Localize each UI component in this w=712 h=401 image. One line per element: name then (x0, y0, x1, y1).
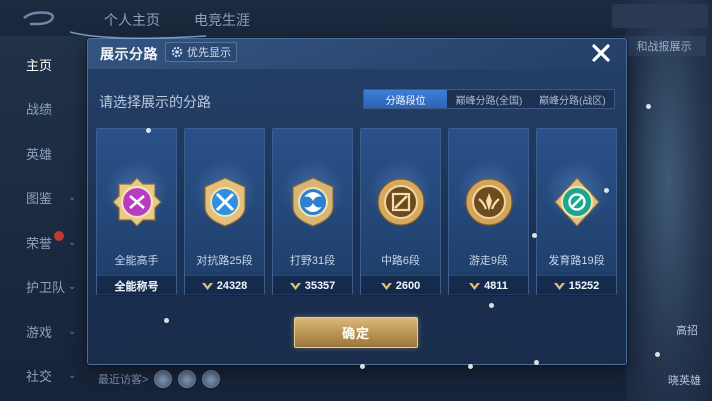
rank-points-icon (469, 282, 481, 290)
tab-lane-rank[interactable]: 分路段位 (364, 90, 448, 108)
sidebar-item-label: 主页 (26, 57, 53, 73)
farm-lane-emblem-icon (554, 177, 600, 227)
jungle-emblem-icon (292, 177, 334, 227)
sidebar-item-label: 护卫队 (26, 280, 66, 296)
route-stat: 全能称号 (97, 275, 176, 296)
dialog-subtitle: 请选择展示的分路 (99, 94, 211, 110)
gear-icon (171, 46, 183, 58)
route-stat-value: 15252 (568, 280, 600, 292)
touch-marker (146, 128, 151, 133)
touch-marker (360, 364, 365, 369)
rank-points-icon (201, 282, 213, 290)
battle-report-button[interactable]: 和战报展示 (622, 36, 706, 56)
sidebar-item-label: 战绩 (26, 102, 53, 118)
sidebar-item-label: 荣誉 (26, 235, 53, 251)
route-name: 游走9段 (468, 255, 509, 267)
mid-lane-emblem-icon (377, 178, 425, 226)
route-card-clash-lane[interactable]: 对抗路25段 24328 (184, 128, 265, 296)
route-card-farm-lane[interactable]: 发育路19段 15252 (536, 128, 617, 296)
sidebar-item-collection[interactable]: 图鉴 ⌄ (0, 176, 86, 221)
close-icon (592, 44, 610, 62)
touch-marker (164, 318, 169, 323)
chevron-down-icon: ⌄ (68, 325, 77, 337)
route-card-all-round[interactable]: 全能高手 全能称号 (96, 128, 177, 296)
rank-points-icon (380, 282, 392, 290)
roam-emblem-icon (465, 178, 513, 226)
back-logo-icon[interactable] (22, 10, 56, 26)
sidebar-item-home[interactable]: 主页 (0, 42, 86, 87)
tab-peak-national[interactable]: 巅峰分路(全国) (447, 90, 530, 108)
all-round-emblem-icon (112, 177, 162, 227)
dialog-title: 展示分路 (100, 46, 158, 62)
close-button[interactable] (588, 40, 614, 66)
tab-personal-home[interactable]: 个人主页 (104, 10, 160, 30)
rank-points-icon (289, 282, 301, 290)
route-stat: 4811 (449, 275, 528, 296)
confirm-button[interactable]: 确定 (294, 317, 418, 348)
right-label-2[interactable]: 晓英雄 (668, 372, 701, 388)
route-stat: 35357 (273, 275, 352, 296)
route-stat-value: 24328 (216, 280, 248, 292)
route-name: 打野31段 (289, 255, 336, 267)
sidebar: 主页 战绩 英雄 图鉴 ⌄ 荣誉 ⌄ 护卫队 ⌄ 游戏 ⌄ 社交 ⌄ (0, 42, 86, 398)
chevron-down-icon: ⌄ (68, 192, 77, 204)
sidebar-item-social[interactable]: 社交 ⌄ (0, 354, 86, 399)
route-name: 对抗路25段 (196, 255, 253, 267)
sidebar-item-honor[interactable]: 荣誉 ⌄ (0, 220, 86, 265)
sidebar-item-label: 英雄 (26, 146, 53, 162)
recent-visitors[interactable]: 最近访客> (98, 370, 221, 388)
touch-marker (532, 233, 537, 238)
route-card-jungle[interactable]: 打野31段 35357 (272, 128, 353, 296)
touch-marker (534, 360, 539, 365)
sidebar-item-guard[interactable]: 护卫队 ⌄ (0, 265, 86, 310)
sidebar-item-heroes[interactable]: 英雄 (0, 131, 86, 176)
sidebar-item-record[interactable]: 战绩 (0, 87, 86, 132)
chevron-down-icon: ⌄ (68, 281, 77, 293)
tab-peak-region[interactable]: 巅峰分路(战区) (531, 90, 614, 108)
tab-esports-career[interactable]: 电竞生涯 (194, 10, 250, 30)
priority-display-label: 优先显示 (187, 47, 231, 59)
right-label-1[interactable]: 高招 (676, 322, 698, 338)
route-card-roam[interactable]: 游走9段 4811 (448, 128, 529, 296)
route-name: 发育路19段 (548, 255, 605, 267)
sidebar-item-label: 社交 (26, 369, 53, 385)
route-stat-value: 35357 (304, 280, 336, 292)
new-badge (54, 231, 64, 241)
route-stat-value: 全能称号 (114, 281, 159, 293)
route-stat-value: 4811 (484, 280, 508, 292)
rank-points-icon (553, 282, 565, 290)
sidebar-item-games[interactable]: 游戏 ⌄ (0, 309, 86, 354)
chevron-down-icon: ⌄ (68, 236, 77, 248)
route-name: 中路6段 (380, 255, 421, 267)
route-stat: 24328 (185, 275, 264, 296)
touch-marker (604, 188, 609, 193)
currency-bar (612, 4, 708, 28)
route-card-mid-lane[interactable]: 中路6段 2600 (360, 128, 441, 296)
route-name: 全能高手 (114, 255, 159, 267)
route-stat: 15252 (537, 275, 616, 296)
clash-lane-emblem-icon (204, 177, 246, 227)
route-cards: 全能高手 全能称号 对抗路25段 24328 打野31段 35357 中路6段 … (96, 128, 617, 296)
recent-visitors-label: 最近访客> (98, 374, 149, 386)
priority-display-button[interactable]: 优先显示 (165, 42, 237, 62)
header-swoosh-decoration (69, 31, 207, 39)
sidebar-item-label: 游戏 (26, 324, 53, 340)
avatar[interactable] (178, 370, 197, 388)
route-stat: 2600 (361, 275, 440, 296)
sidebar-item-label: 图鉴 (26, 191, 53, 207)
chevron-down-icon: ⌄ (68, 370, 77, 382)
touch-marker (468, 364, 473, 369)
avatar[interactable] (202, 370, 221, 388)
touch-marker (646, 104, 651, 109)
touch-marker (655, 352, 660, 357)
touch-marker (489, 303, 494, 308)
hero-art-panel (626, 0, 712, 401)
route-stat-value: 2600 (395, 280, 421, 292)
avatar[interactable] (154, 370, 173, 388)
route-type-tabs: 分路段位 巅峰分路(全国) 巅峰分路(战区) (363, 89, 615, 109)
